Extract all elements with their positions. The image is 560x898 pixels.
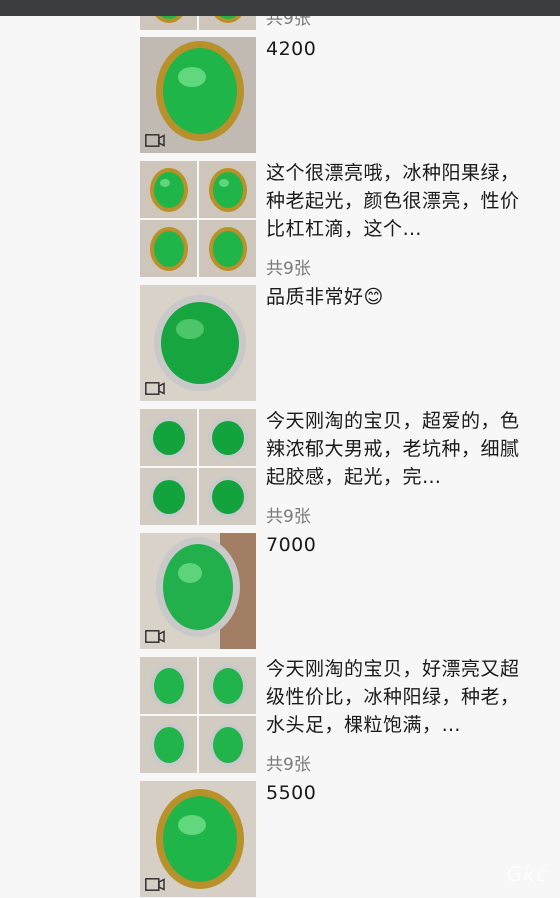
watermark-logo: Gkc bbox=[506, 862, 548, 886]
image-count: 共9张 bbox=[266, 259, 311, 279]
post-text: 7000 bbox=[266, 534, 317, 556]
image-count: 共9张 bbox=[266, 507, 311, 527]
video-icon bbox=[145, 382, 165, 395]
ring-photo[interactable] bbox=[199, 161, 256, 218]
image-grid[interactable] bbox=[140, 161, 256, 277]
ring-photo[interactable] bbox=[140, 468, 197, 525]
ring-photo[interactable] bbox=[140, 161, 197, 218]
post-text: 5500 bbox=[266, 782, 317, 804]
ring-photo[interactable] bbox=[199, 409, 256, 466]
moments-feed[interactable]: 共9张 4200 这个很漂亮哦，冰种阳果绿，种老起光，颜色很漂亮，性价比杠杠滴，… bbox=[0, 0, 560, 898]
video-icon bbox=[145, 878, 165, 891]
ring-photo[interactable] bbox=[199, 468, 256, 525]
ring-photo[interactable] bbox=[199, 220, 256, 277]
video-icon bbox=[145, 134, 165, 147]
ring-photo[interactable] bbox=[140, 657, 197, 714]
video-thumbnail[interactable] bbox=[140, 781, 256, 897]
video-thumbnail[interactable] bbox=[140, 285, 256, 401]
image-grid[interactable] bbox=[140, 657, 256, 773]
image-grid[interactable] bbox=[140, 409, 256, 525]
post-text: 品质非常好😊 bbox=[266, 286, 384, 308]
ring-photo[interactable] bbox=[140, 409, 197, 466]
top-bar bbox=[0, 0, 560, 16]
ring-photo[interactable] bbox=[199, 657, 256, 714]
video-thumbnail[interactable] bbox=[140, 37, 256, 153]
image-count: 共9张 bbox=[266, 755, 311, 775]
ring-photo[interactable] bbox=[199, 716, 256, 773]
video-thumbnail[interactable] bbox=[140, 533, 256, 649]
ring-photo[interactable] bbox=[140, 716, 197, 773]
post-text: 4200 bbox=[266, 38, 317, 60]
ring-photo[interactable] bbox=[140, 220, 197, 277]
post-text: 今天刚淘的宝贝，超爱的，色辣浓郁大男戒，老坑种，细腻起胶感，起光，完… bbox=[266, 410, 520, 488]
post-text: 这个很漂亮哦，冰种阳果绿，种老起光，颜色很漂亮，性价比杠杠滴，这个… bbox=[266, 162, 520, 240]
post-text: 今天刚淘的宝贝，好漂亮又超级性价比，冰种阳绿，种老，水头足，棵粒饱满，… bbox=[266, 658, 520, 736]
video-icon bbox=[145, 630, 165, 643]
